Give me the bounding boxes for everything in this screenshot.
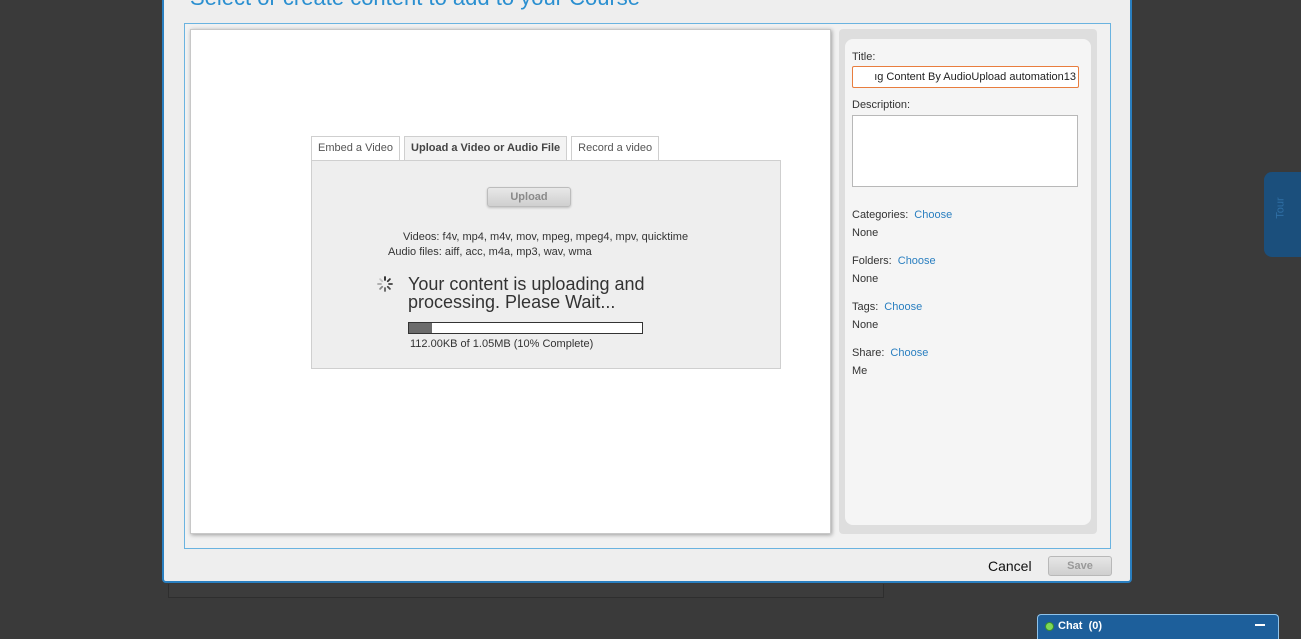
details-form: Title: Description: Categories: Choose No… <box>845 39 1091 525</box>
folders-label: Folders: <box>852 255 892 267</box>
chat-title: Chat <box>1058 620 1083 632</box>
upload-tab-panel: Upload Videos: f4v, mp4, m4v, mov, mpeg,… <box>311 160 781 369</box>
upload-progress-text: 112.00KB of 1.05MB (10% Complete) <box>410 338 594 350</box>
background-panel <box>168 584 884 598</box>
chat-bar[interactable]: Chat (0) <box>1037 614 1279 639</box>
loading-spinner-icon <box>377 276 393 292</box>
tab-upload-file[interactable]: Upload a Video or Audio File <box>404 136 568 162</box>
title-input[interactable] <box>852 66 1079 88</box>
content-dialog: Select or create content to add to your … <box>162 0 1132 583</box>
chat-count: (0) <box>1088 620 1103 632</box>
tags-row: Tags: Choose <box>852 301 922 313</box>
share-choose-link[interactable]: Choose <box>890 347 928 359</box>
folders-choose-link[interactable]: Choose <box>898 255 936 267</box>
share-value: Me <box>852 365 868 377</box>
tour-label: Tour <box>1274 197 1287 219</box>
upload-progress-fill <box>409 323 433 333</box>
details-pane: Title: Description: Categories: Choose No… <box>839 29 1097 534</box>
folders-value: None <box>852 273 879 285</box>
online-status-icon <box>1045 622 1054 631</box>
categories-value: None <box>852 227 879 239</box>
chat-label: Chat (0) <box>1058 620 1102 632</box>
tab-embed-video[interactable]: Embed a Video <box>311 136 401 160</box>
categories-row: Categories: Choose <box>852 209 952 221</box>
tab-record-video[interactable]: Record a video <box>571 136 660 160</box>
upload-progress-bar <box>408 322 643 334</box>
minimize-icon[interactable] <box>1255 624 1265 626</box>
save-button[interactable]: Save <box>1048 556 1112 576</box>
upload-button[interactable]: Upload <box>487 187 571 207</box>
tour-side-tab[interactable]: Tour <box>1264 172 1301 257</box>
categories-choose-link[interactable]: Choose <box>914 209 952 221</box>
video-formats-text: Videos: f4v, mp4, m4v, mov, mpeg, mpeg4,… <box>403 231 689 243</box>
audio-formats-text: Audio files: aiff, acc, m4a, mp3, wav, w… <box>388 246 592 258</box>
categories-label: Categories: <box>852 209 909 221</box>
tags-value: None <box>852 319 879 331</box>
tags-choose-link[interactable]: Choose <box>884 301 922 313</box>
share-label: Share: <box>852 347 885 359</box>
folders-row: Folders: Choose <box>852 255 936 267</box>
source-tabs: Embed a Video Upload a Video or Audio Fi… <box>311 136 660 162</box>
upload-status-message: Your content is uploading and processing… <box>408 274 645 312</box>
dialog-body: Embed a Video Upload a Video or Audio Fi… <box>184 23 1111 549</box>
share-row: Share: Choose <box>852 347 928 359</box>
description-input[interactable] <box>852 115 1078 187</box>
cancel-button[interactable]: Cancel <box>988 558 1032 574</box>
upload-pane: Embed a Video Upload a Video or Audio Fi… <box>190 29 831 534</box>
dialog-title: Select or create content to add to your … <box>190 0 640 11</box>
tags-label: Tags: <box>852 301 879 313</box>
description-label: Description: <box>852 99 911 111</box>
title-label: Title: <box>852 51 876 63</box>
